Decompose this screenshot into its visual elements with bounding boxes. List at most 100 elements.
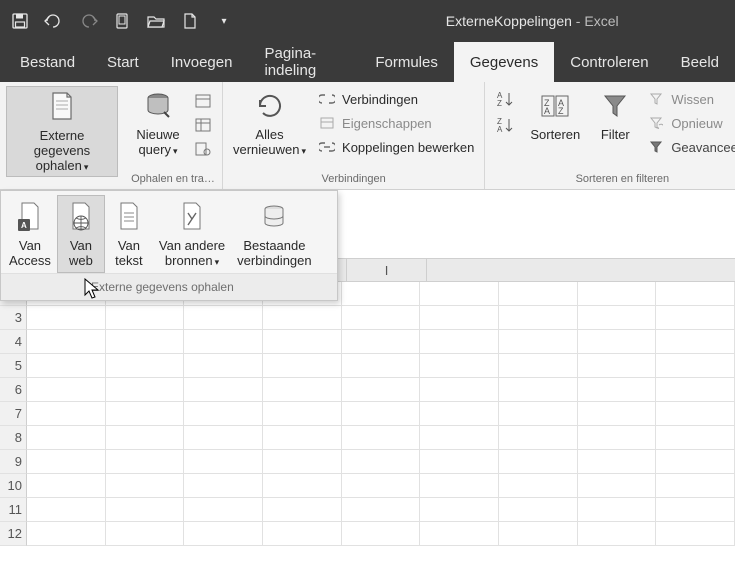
cell[interactable]	[656, 306, 735, 330]
cell[interactable]	[578, 498, 657, 522]
cell[interactable]	[342, 474, 421, 498]
cell[interactable]	[27, 330, 106, 354]
cell[interactable]	[27, 402, 106, 426]
cell[interactable]	[656, 450, 735, 474]
cell[interactable]	[106, 378, 185, 402]
cell[interactable]	[578, 330, 657, 354]
tab-controleren[interactable]: Controleren	[554, 42, 664, 82]
van-andere-bronnen-button[interactable]: Van anderebronnen▾	[153, 195, 231, 273]
cell[interactable]	[263, 354, 342, 378]
cell[interactable]	[499, 402, 578, 426]
cell[interactable]	[578, 474, 657, 498]
cell[interactable]	[578, 402, 657, 426]
cell[interactable]	[578, 378, 657, 402]
customize-qat-icon[interactable]: ▾	[212, 9, 236, 33]
cell[interactable]	[27, 522, 106, 546]
cell[interactable]	[27, 378, 106, 402]
cell[interactable]	[499, 330, 578, 354]
cell[interactable]	[263, 378, 342, 402]
tab-pagina-indeling[interactable]: Pagina-indeling	[248, 42, 359, 82]
cell[interactable]	[184, 426, 263, 450]
opnieuw-button[interactable]: Opnieuw	[643, 112, 735, 134]
cell[interactable]	[578, 282, 657, 306]
cell[interactable]	[342, 306, 421, 330]
cell[interactable]	[263, 306, 342, 330]
cell[interactable]	[106, 498, 185, 522]
row-header[interactable]: 9	[0, 450, 27, 474]
cell[interactable]	[263, 450, 342, 474]
row-header[interactable]: 8	[0, 426, 27, 450]
cell[interactable]	[656, 474, 735, 498]
cell[interactable]	[342, 498, 421, 522]
cell[interactable]	[578, 306, 657, 330]
externe-gegevens-ophalen-button[interactable]: Externe gegevens ophalen▾	[6, 86, 118, 177]
cell[interactable]	[656, 402, 735, 426]
cell[interactable]	[106, 522, 185, 546]
cell[interactable]	[499, 282, 578, 306]
koppelingen-bewerken-button[interactable]: Koppelingen bewerken	[314, 136, 478, 158]
cell[interactable]	[342, 378, 421, 402]
cell[interactable]	[420, 498, 499, 522]
cell[interactable]	[263, 402, 342, 426]
cell[interactable]	[342, 354, 421, 378]
verbindingen-button[interactable]: Verbindingen	[314, 88, 478, 110]
cell[interactable]	[27, 306, 106, 330]
wissen-button[interactable]: Wissen	[643, 88, 735, 110]
cell[interactable]	[263, 498, 342, 522]
cell[interactable]	[184, 306, 263, 330]
eigenschappen-button[interactable]: Eigenschappen	[314, 112, 478, 134]
cell[interactable]	[499, 354, 578, 378]
recent-sources-icon[interactable]	[190, 138, 216, 160]
cell[interactable]	[656, 378, 735, 402]
cell[interactable]	[263, 522, 342, 546]
cell[interactable]	[342, 402, 421, 426]
cell[interactable]	[656, 282, 735, 306]
row-header[interactable]: 3	[0, 306, 27, 330]
cell-grid[interactable]: // placeholder — cells generated below b…	[27, 282, 735, 546]
filter-button[interactable]: Filter	[591, 86, 639, 145]
save-icon[interactable]	[8, 9, 32, 33]
cell[interactable]	[578, 354, 657, 378]
cell[interactable]	[656, 426, 735, 450]
cell[interactable]	[106, 306, 185, 330]
cell[interactable]	[342, 450, 421, 474]
cell[interactable]	[420, 378, 499, 402]
cell[interactable]	[420, 426, 499, 450]
row-header[interactable]: 10	[0, 474, 27, 498]
sorteren-button[interactable]: ZAAZ Sorteren	[523, 86, 587, 145]
cell[interactable]	[656, 522, 735, 546]
cell[interactable]	[184, 330, 263, 354]
cell[interactable]	[499, 498, 578, 522]
cell[interactable]	[656, 498, 735, 522]
cell[interactable]	[27, 474, 106, 498]
cell[interactable]	[578, 450, 657, 474]
cell[interactable]	[184, 450, 263, 474]
van-access-button[interactable]: A VanAccess	[3, 195, 57, 273]
sort-az-icon[interactable]: AZ	[495, 90, 517, 110]
new-doc-icon[interactable]	[178, 9, 202, 33]
cell[interactable]	[499, 378, 578, 402]
nieuwe-query-button[interactable]: Nieuwe query▾	[130, 86, 186, 160]
cell[interactable]	[106, 474, 185, 498]
cell[interactable]	[184, 498, 263, 522]
row-header[interactable]: 12	[0, 522, 27, 546]
geavanceerd-button[interactable]: Geavanceerd	[643, 136, 735, 158]
cell[interactable]	[420, 450, 499, 474]
cell[interactable]	[27, 498, 106, 522]
tab-invoegen[interactable]: Invoegen	[155, 42, 249, 82]
cell[interactable]	[420, 474, 499, 498]
cell[interactable]	[420, 282, 499, 306]
row-header[interactable]: 5	[0, 354, 27, 378]
cell[interactable]	[420, 522, 499, 546]
cell[interactable]	[420, 306, 499, 330]
cell[interactable]	[499, 474, 578, 498]
row-header[interactable]: 4	[0, 330, 27, 354]
cell[interactable]	[27, 450, 106, 474]
cell[interactable]	[106, 402, 185, 426]
tab-formules[interactable]: Formules	[359, 42, 454, 82]
cell[interactable]	[420, 402, 499, 426]
cell[interactable]	[499, 522, 578, 546]
cell[interactable]	[342, 282, 421, 306]
cell[interactable]	[106, 330, 185, 354]
cell[interactable]	[184, 402, 263, 426]
